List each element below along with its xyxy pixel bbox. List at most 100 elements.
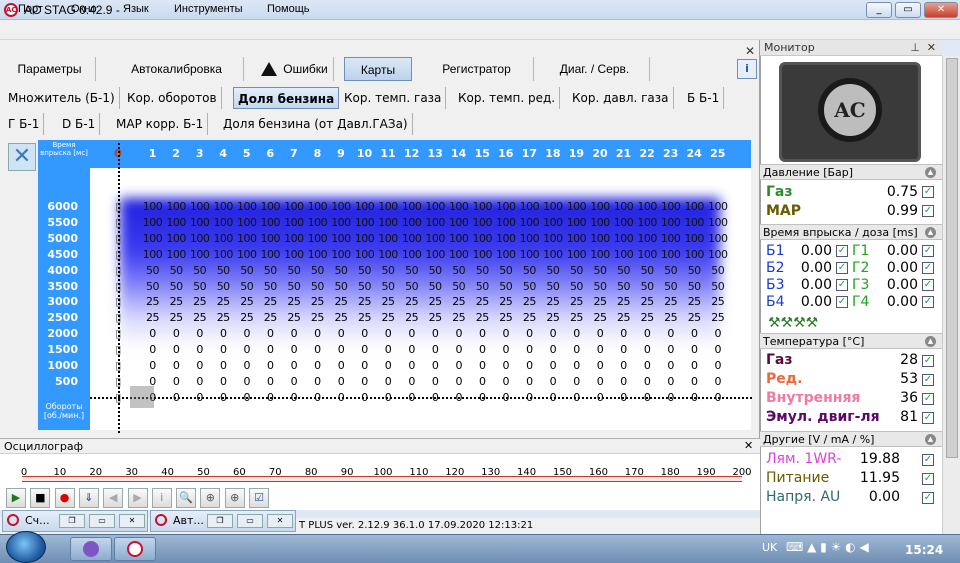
grid-cell[interactable]: 0 [659,343,683,356]
grid-cell[interactable]: 100 [706,200,730,213]
grid-cell[interactable]: 50 [141,264,165,277]
grid-cell[interactable]: 100 [211,200,235,213]
grid-cell[interactable]: 50 [353,280,377,293]
grid-cell[interactable]: 25 [329,311,353,324]
tab-maps[interactable]: Карты [344,57,412,81]
grid-cell[interactable]: 100 [258,216,282,229]
menu-language[interactable]: Язык [123,3,149,15]
grid-cell[interactable]: 50 [235,280,259,293]
restore-icon[interactable]: ❐ [59,514,85,528]
grid-cell[interactable]: 0 [258,375,282,388]
grid-cell[interactable]: 0 [423,359,447,372]
grid-cell[interactable]: 100 [541,232,565,245]
grid-cell[interactable]: 100 [517,216,541,229]
grid-cell[interactable]: 50 [400,264,424,277]
grid-cell[interactable]: 0 [282,343,306,356]
grid-cell[interactable]: 100 [423,248,447,261]
collapse-icon[interactable]: ▲ [925,336,936,347]
tab-multiplier[interactable]: Множитель (Б-1) [4,87,120,109]
grid-cell[interactable]: 100 [376,216,400,229]
grid-cell[interactable]: 0 [659,327,683,340]
injector-g-checkbox[interactable]: ✓ [922,296,934,308]
grid-cell[interactable]: 0 [470,327,494,340]
grid-cell[interactable]: 100 [258,248,282,261]
injector-g-checkbox[interactable]: ✓ [922,279,934,291]
grid-cell[interactable]: 50 [517,264,541,277]
grid-cell[interactable]: 50 [376,280,400,293]
grid-cell[interactable]: 0 [141,327,165,340]
grid-cell[interactable]: 100 [706,216,730,229]
tray-icons[interactable]: ⌨ ▲ ▮ ☀ ◐ ◀ [786,540,869,554]
grid-cell[interactable]: 50 [706,264,730,277]
grid-cell[interactable]: 50 [329,264,353,277]
grid-cell[interactable]: 25 [235,311,259,324]
grid-cell[interactable]: 100 [282,200,306,213]
grid-cell[interactable]: 50 [305,264,329,277]
grid-cell[interactable]: 100 [612,200,636,213]
grid-cell[interactable]: 50 [564,264,588,277]
grid-cell[interactable]: 0 [470,359,494,372]
grid-cell[interactable]: 25 [376,295,400,308]
grid-cell[interactable]: 100 [682,232,706,245]
grid-cell[interactable]: 50 [329,280,353,293]
monitor-scrollbar[interactable] [942,56,960,534]
grid-cell[interactable]: 50 [235,264,259,277]
grid-cell[interactable]: 100 [588,200,612,213]
grid-cell[interactable]: 100 [282,216,306,229]
grid-cell[interactable]: 0 [517,359,541,372]
grid-cell[interactable]: 100 [141,248,165,261]
grid-cell[interactable]: 100 [400,248,424,261]
grid-cell[interactable]: 50 [541,280,565,293]
oscillograph-close-icon[interactable]: ✕ [744,439,753,452]
grid-cell[interactable]: 25 [635,311,659,324]
grid-cell[interactable]: 25 [423,311,447,324]
grid-cell[interactable]: 100 [211,232,235,245]
grid-cell[interactable]: 0 [258,359,282,372]
grid-cell[interactable]: 0 [164,359,188,372]
grid-cell[interactable]: 25 [258,295,282,308]
taskbar-viber[interactable] [70,537,112,561]
stop-icon[interactable]: ■ [30,488,51,508]
grid-cell[interactable]: 25 [470,295,494,308]
tab-gas-temp-correction[interactable]: Кор. темп. газа [340,87,447,109]
grid-cell[interactable]: 50 [470,280,494,293]
grid-cell[interactable]: 50 [447,264,471,277]
maximize-button[interactable]: ▭ [895,2,921,18]
grid-cell[interactable]: 0 [635,327,659,340]
grid-cell[interactable]: 0 [282,327,306,340]
tab-recorder[interactable]: Регистратор [420,57,534,81]
grid-cell[interactable]: 100 [164,216,188,229]
grid-cell[interactable]: 25 [141,295,165,308]
tab-diag-service[interactable]: Диаг. / Серв. [540,57,650,81]
grid-cell[interactable]: 50 [706,280,730,293]
grid-cell[interactable]: 25 [517,311,541,324]
grid-cell[interactable]: 100 [706,232,730,245]
next-icon[interactable]: ▶ [127,488,148,508]
grid-cell[interactable]: 50 [588,280,612,293]
grid-cell[interactable]: 0 [400,375,424,388]
grid-cell[interactable]: 0 [659,375,683,388]
grid-cell[interactable]: 100 [494,248,518,261]
grid-cell[interactable]: 0 [258,327,282,340]
grid-cell[interactable]: 0 [494,375,518,388]
grid-cell[interactable]: 100 [564,216,588,229]
other-checkbox[interactable]: ✓ [922,473,934,485]
checkbox-icon[interactable]: ☑ [249,488,269,508]
collapse-icon[interactable]: ▲ [925,434,936,445]
injector-g-checkbox[interactable]: ✓ [922,245,934,257]
grid-cell[interactable]: 0 [494,359,518,372]
grid-cell[interactable]: 100 [494,216,518,229]
grid-cell[interactable]: 50 [282,264,306,277]
grid-cell[interactable]: 100 [470,216,494,229]
download-icon[interactable]: ⇓ [78,488,99,508]
grid-cell[interactable]: 0 [541,375,565,388]
grid-cell[interactable]: 50 [353,264,377,277]
grid-cell[interactable]: 100 [329,232,353,245]
tray-language[interactable]: UK [762,541,777,554]
grid-cell[interactable]: 50 [682,264,706,277]
grid-cell[interactable]: 25 [141,311,165,324]
grid-cell[interactable]: 0 [682,359,706,372]
grid-cell[interactable]: 25 [659,311,683,324]
monitor-close-icon[interactable]: ✕ [927,40,936,56]
grid-cell[interactable]: 0 [211,343,235,356]
